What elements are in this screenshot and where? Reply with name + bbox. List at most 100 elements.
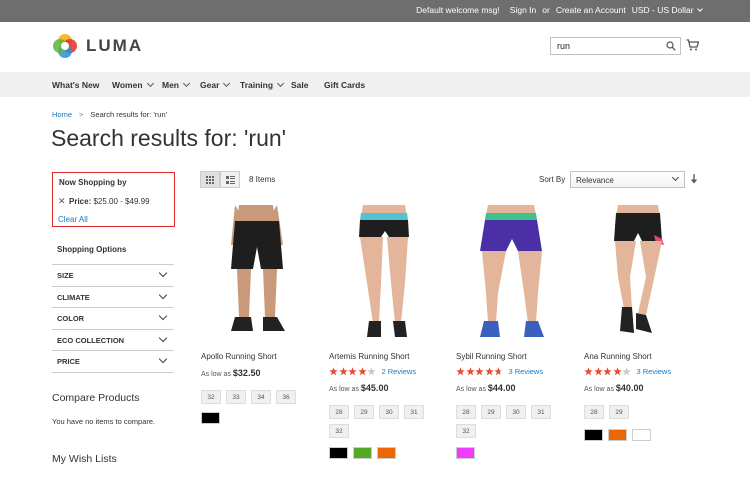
compare-products-text: You have no items to compare. (52, 417, 156, 426)
reviews-link[interactable]: 2 Reviews (382, 367, 417, 376)
breadcrumb-current: Search results for: 'run' (90, 110, 168, 119)
chevron-down-icon (146, 79, 154, 88)
size-swatch[interactable]: 32 (201, 390, 221, 404)
chevron-down-icon (223, 79, 231, 88)
size-swatch[interactable]: 31 (404, 405, 424, 419)
color-options (456, 447, 475, 459)
facet-size[interactable]: SIZE (52, 265, 174, 287)
main-navigation: What's New Women Men Gear Training Sale … (0, 72, 750, 97)
nav-gift-cards[interactable]: Gift Cards (324, 80, 365, 90)
breadcrumb-home[interactable]: Home (52, 110, 72, 119)
nav-whats-new[interactable]: What's New (52, 80, 99, 90)
search-input[interactable]: run (550, 37, 681, 55)
product-rating: 3 Reviews (584, 366, 671, 376)
size-swatch[interactable]: 28 (329, 405, 349, 419)
luma-logo[interactable]: LUMA (52, 33, 143, 59)
sign-in-link[interactable]: Sign In (510, 5, 536, 15)
color-swatch-black[interactable] (201, 412, 220, 424)
color-options (584, 429, 651, 441)
star-icon (329, 366, 338, 375)
star-icon (338, 366, 348, 375)
size-swatch[interactable]: 32 (456, 424, 476, 438)
size-swatch[interactable]: 29 (354, 405, 374, 419)
product-rating: 3 Reviews (456, 366, 543, 376)
color-swatch-purple[interactable] (456, 447, 475, 459)
list-view-button[interactable] (220, 171, 240, 188)
facet-color[interactable]: COLOR (52, 308, 174, 330)
filter-label: Price: (69, 197, 92, 206)
rating-stars (329, 366, 377, 376)
size-options: 28 29 30 31 32 (329, 405, 429, 438)
facet-price[interactable]: PRICE (52, 351, 174, 373)
size-options: 28 29 (584, 405, 684, 419)
shopping-options-heading: Shopping Options (57, 245, 127, 254)
chevron-down-icon (671, 173, 680, 182)
star-icon (584, 366, 593, 375)
size-swatch[interactable]: 29 (609, 405, 629, 419)
star-icon (348, 366, 357, 375)
star-icon (367, 366, 376, 375)
product-rating: 2 Reviews (329, 366, 416, 376)
create-account-link[interactable]: Create an Account (556, 5, 626, 15)
product-image[interactable] (584, 205, 696, 345)
chevron-down-icon (158, 333, 168, 342)
size-swatch[interactable]: 32 (329, 424, 349, 438)
size-swatch[interactable]: 31 (531, 405, 551, 419)
product-price: As low as $32.50 (201, 368, 261, 378)
reviews-link[interactable]: 3 Reviews (637, 367, 672, 376)
product-name[interactable]: Apollo Running Short (201, 352, 277, 361)
chevron-down-icon (158, 311, 168, 321)
active-filter: Price: $25.00 - $49.99 (69, 197, 150, 206)
star-icon (612, 366, 622, 375)
nav-women[interactable]: Women (112, 79, 154, 90)
size-options: 32 33 34 36 (201, 390, 301, 404)
cart-icon[interactable] (686, 39, 699, 51)
size-swatch[interactable]: 33 (226, 390, 246, 404)
facet-climate[interactable]: CLIMATE (52, 287, 174, 308)
size-swatch[interactable]: 30 (506, 405, 526, 419)
reviews-link[interactable]: 3 Reviews (509, 367, 544, 376)
nav-gear[interactable]: Gear (200, 79, 231, 90)
facet-eco-collection[interactable]: ECO COLLECTION (52, 330, 174, 351)
color-swatch-white[interactable] (632, 429, 651, 441)
breadcrumb: Home > Search results for: 'run' (52, 110, 167, 119)
remove-filter-icon[interactable]: ✕ (58, 196, 66, 207)
compare-products-heading: Compare Products (52, 392, 140, 404)
product-price: As low as $40.00 (584, 383, 644, 393)
size-swatch[interactable]: 28 (456, 405, 476, 419)
nav-training[interactable]: Training (240, 79, 285, 90)
size-options: 28 29 30 31 32 (456, 405, 556, 438)
size-swatch[interactable]: 34 (251, 390, 271, 404)
star-icon (484, 366, 494, 375)
product-name[interactable]: Ana Running Short (584, 352, 652, 361)
search-icon[interactable] (666, 41, 676, 51)
item-count: 8 Items (249, 175, 276, 184)
color-swatch-orange[interactable] (608, 429, 627, 441)
product-name[interactable]: Sybil Running Short (456, 352, 527, 361)
sort-direction-icon[interactable] (690, 174, 698, 185)
currency-switcher[interactable]: USD - US Dollar (632, 5, 703, 15)
color-swatch-green[interactable] (353, 447, 372, 459)
now-shopping-by-box: Now Shopping by ✕ Price: $25.00 - $49.99… (52, 172, 175, 227)
sort-by-select[interactable]: Relevance (570, 171, 685, 188)
star-icon (456, 366, 465, 375)
products-toolbar: 8 Items Sort By Relevance (200, 171, 700, 189)
size-swatch[interactable]: 29 (481, 405, 501, 419)
search-query: run (557, 41, 571, 51)
size-swatch[interactable]: 28 (584, 405, 604, 419)
color-swatch-orange[interactable] (377, 447, 396, 459)
color-swatch-black[interactable] (584, 429, 603, 441)
product-image[interactable] (201, 205, 313, 345)
size-swatch[interactable]: 30 (379, 405, 399, 419)
nav-sale[interactable]: Sale (291, 80, 309, 90)
nav-men[interactable]: Men (162, 79, 191, 90)
product-name[interactable]: Artemis Running Short (329, 352, 409, 361)
color-swatch-black[interactable] (329, 447, 348, 459)
star-icon (357, 366, 367, 375)
clear-all-link[interactable]: Clear All (58, 215, 88, 224)
product-image[interactable] (456, 205, 568, 345)
size-swatch[interactable]: 36 (276, 390, 296, 404)
grid-view-button[interactable] (200, 171, 220, 188)
welcome-message: Default welcome msg! (416, 5, 500, 15)
product-image[interactable] (329, 205, 441, 345)
